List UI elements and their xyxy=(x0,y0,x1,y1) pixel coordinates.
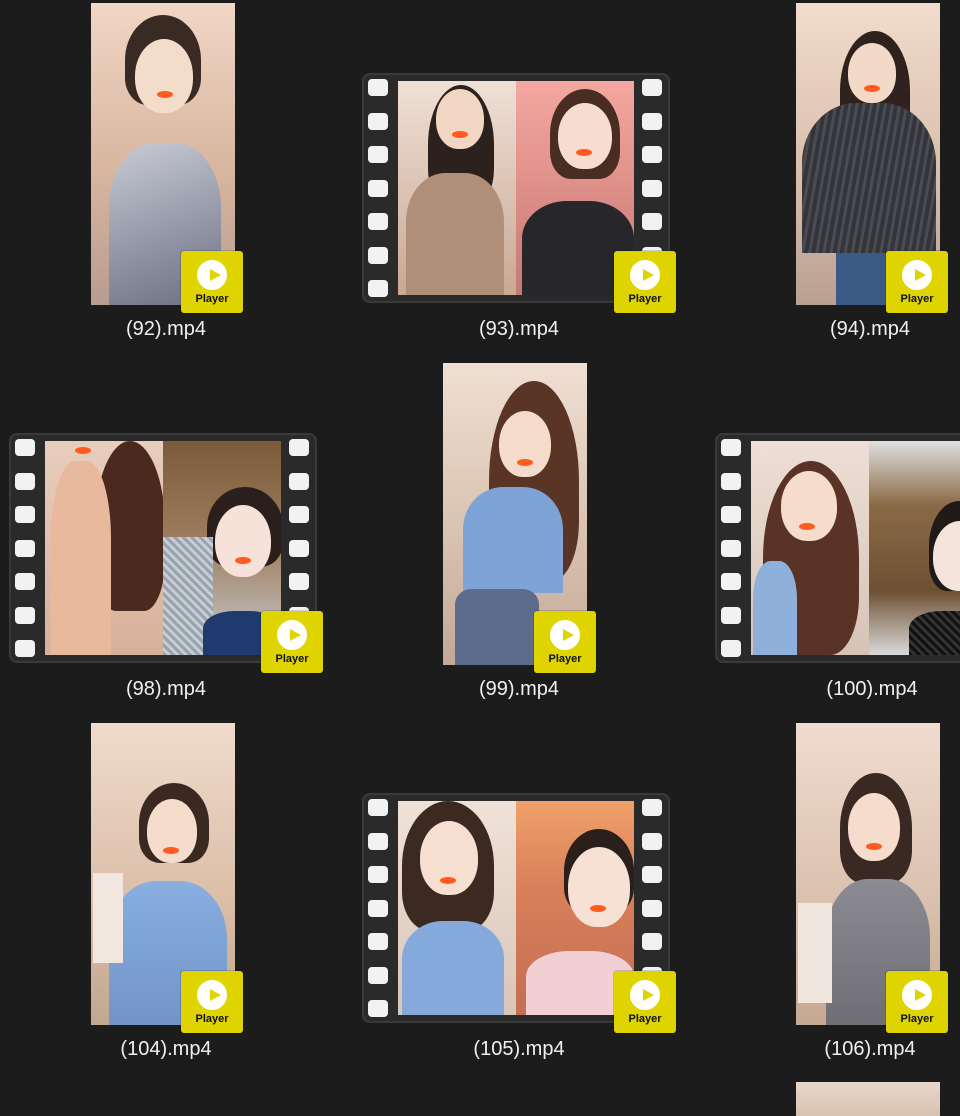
player-label: Player xyxy=(275,652,309,665)
file-item[interactable]: Player (98).mp4 xyxy=(0,360,330,710)
file-name: (98).mp4 xyxy=(125,678,207,700)
video-frame xyxy=(398,801,634,1015)
player-badge: Player xyxy=(181,251,243,313)
file-item[interactable]: Player (106).mp4 xyxy=(660,720,960,1070)
video-thumbnail[interactable] xyxy=(715,433,960,663)
player-badge: Player xyxy=(886,251,948,313)
player-label: Player xyxy=(628,292,662,305)
file-name: (100).mp4 xyxy=(826,678,918,700)
play-icon xyxy=(630,979,660,1010)
file-item[interactable]: Player (104).mp4 xyxy=(0,720,330,1070)
file-name: (104).mp4 xyxy=(120,1038,212,1060)
player-badge: Player xyxy=(886,971,948,1033)
player-label: Player xyxy=(900,1012,934,1025)
play-icon xyxy=(630,259,660,290)
player-badge: Player xyxy=(261,611,323,673)
play-icon xyxy=(550,619,580,650)
video-frame xyxy=(45,441,281,655)
play-icon xyxy=(902,259,932,290)
player-label: Player xyxy=(900,292,934,305)
filmstrip-holes xyxy=(15,439,37,657)
play-icon xyxy=(197,259,227,290)
file-grid: Player (92).mp4 Player (93).mp4 Player (… xyxy=(0,0,960,1116)
file-item[interactable]: (100).mp4 xyxy=(660,360,960,710)
file-name: (94).mp4 xyxy=(829,318,911,340)
file-name: (92).mp4 xyxy=(125,318,207,340)
video-frame xyxy=(751,441,960,655)
file-item[interactable]: Player (93).mp4 xyxy=(330,0,676,350)
player-label: Player xyxy=(548,652,582,665)
player-label: Player xyxy=(195,292,229,305)
file-name: (93).mp4 xyxy=(478,318,560,340)
video-frame xyxy=(398,81,634,295)
play-icon xyxy=(197,979,227,1010)
filmstrip-holes xyxy=(368,799,390,1017)
file-item[interactable]: Player (94).mp4 xyxy=(660,0,960,350)
player-badge: Player xyxy=(534,611,596,673)
filmstrip-holes xyxy=(721,439,743,657)
video-thumbnail[interactable] xyxy=(796,1082,940,1116)
filmstrip-holes xyxy=(368,79,390,297)
file-name: (99).mp4 xyxy=(478,678,560,700)
play-icon xyxy=(277,619,307,650)
file-item[interactable]: Player (92).mp4 xyxy=(0,0,330,350)
file-name: (106).mp4 xyxy=(824,1038,916,1060)
file-name: (105).mp4 xyxy=(473,1038,565,1060)
play-icon xyxy=(902,979,932,1010)
player-label: Player xyxy=(195,1012,229,1025)
file-item[interactable]: Player (99).mp4 xyxy=(330,360,660,710)
player-badge: Player xyxy=(181,971,243,1033)
player-label: Player xyxy=(628,1012,662,1025)
file-item[interactable]: Player (105).mp4 xyxy=(330,720,676,1070)
